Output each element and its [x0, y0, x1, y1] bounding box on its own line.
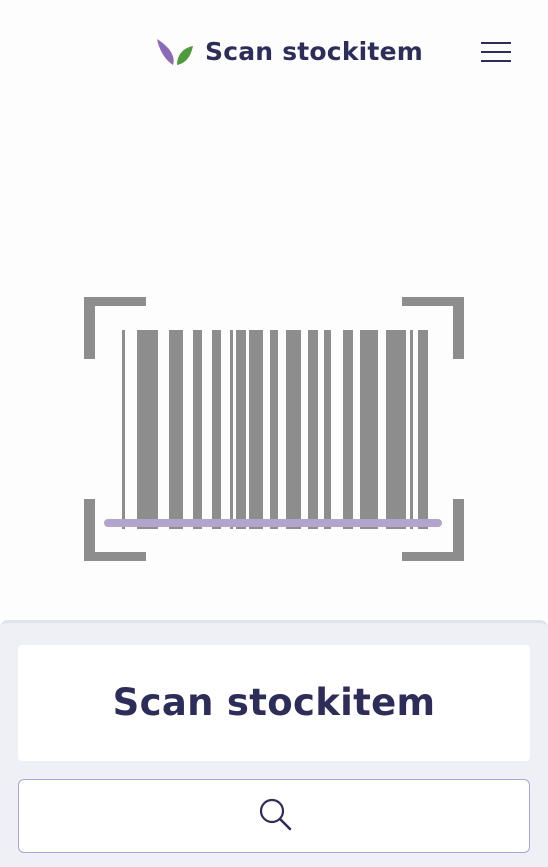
search-input[interactable]	[18, 779, 530, 853]
app-title: Scan stockitem	[205, 37, 423, 66]
barcode-icon	[122, 330, 428, 529]
bottom-panel: Scan stockitem	[0, 620, 548, 867]
menu-line	[481, 51, 511, 53]
hamburger-menu-button[interactable]	[474, 36, 518, 70]
barcode-scanner-viewfinder	[84, 297, 464, 561]
app-header: Scan stockitem	[0, 0, 548, 104]
menu-line	[481, 42, 511, 44]
panel-title: Scan stockitem	[112, 681, 436, 724]
menu-line	[481, 60, 511, 62]
search-icon	[259, 798, 292, 831]
leaf-logo-icon	[157, 39, 193, 65]
title-card: Scan stockitem	[18, 645, 530, 761]
scan-line	[104, 519, 442, 527]
